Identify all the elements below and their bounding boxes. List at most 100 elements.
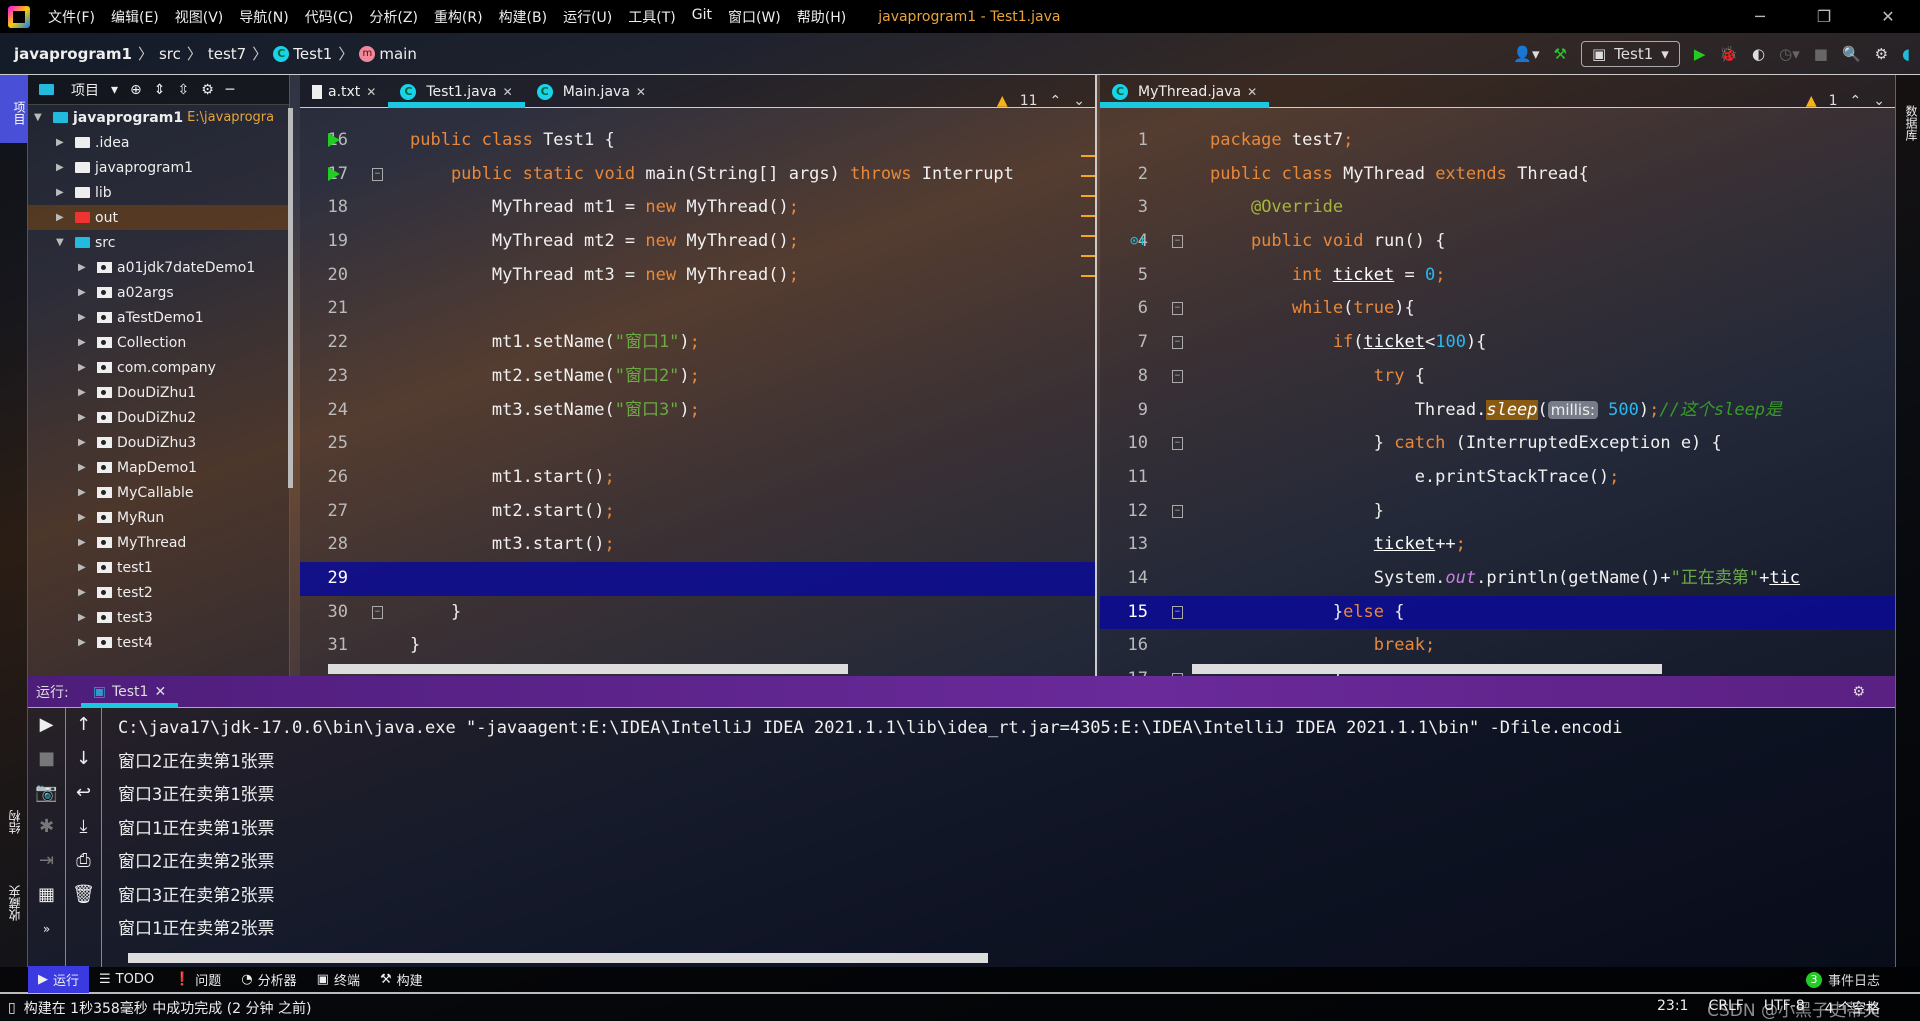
rerun-icon[interactable]: ▶ xyxy=(28,708,65,742)
gutter[interactable]: ⊙↑ − xyxy=(1130,225,1198,259)
gear-icon[interactable]: ⚙ xyxy=(1852,684,1865,700)
database-tab[interactable]: 数据库 xyxy=(1904,105,1918,141)
menu-item[interactable]: 编辑(E) xyxy=(103,7,167,27)
gutter[interactable]: − xyxy=(1160,326,1198,360)
layout-icon[interactable]: ▦ xyxy=(28,878,65,912)
code-line[interactable]: 21 xyxy=(300,292,1095,326)
gutter[interactable]: − xyxy=(1160,360,1198,394)
line-number[interactable]: 7 xyxy=(1100,326,1160,360)
code-line[interactable]: 20 MyThread mt3 = new MyThread(); xyxy=(300,259,1095,293)
more-icon[interactable]: » xyxy=(28,912,65,946)
gutter[interactable] xyxy=(360,259,398,293)
minimize-button[interactable]: ─ xyxy=(1728,7,1792,26)
inspection-widget[interactable]: ▲ 11 ⌃ ⌄ xyxy=(997,93,1085,109)
tree-item[interactable]: ▶ a01jdk7dateDemo1 xyxy=(28,255,289,280)
line-number[interactable]: 10 xyxy=(1100,427,1160,461)
scroll-to-end-icon[interactable]: ⤓ xyxy=(66,810,101,844)
profile-icon[interactable]: ◷▾ xyxy=(1779,45,1800,63)
code-line[interactable]: 11 e.printStackTrace(); xyxy=(1100,461,1895,495)
up-arrow-icon[interactable]: ↑ xyxy=(66,708,101,742)
trash-icon[interactable]: 🗑 xyxy=(66,878,101,912)
code-line[interactable]: 9 Thread.sleep(millis: 500);//这个sleep是 xyxy=(1100,394,1895,428)
gutter[interactable] xyxy=(360,528,398,562)
expand-arrow-icon[interactable]: ▶ xyxy=(56,212,70,223)
menu-item[interactable]: 代码(C) xyxy=(297,7,362,27)
gutter[interactable] xyxy=(1160,394,1198,428)
tree-item[interactable]: ▶ DouDiZhu3 xyxy=(28,430,289,455)
debug-settings-icon[interactable]: ✱ xyxy=(28,810,65,844)
line-number[interactable]: 23 xyxy=(300,360,360,394)
event-log-button[interactable]: 3 事件日志 xyxy=(1805,970,1880,989)
code-line[interactable]: 17− public static void main(String[] arg… xyxy=(300,158,1095,192)
line-number[interactable]: 22 xyxy=(300,326,360,360)
gutter[interactable]: − xyxy=(1160,292,1198,326)
gutter[interactable] xyxy=(328,124,398,158)
tree-item[interactable]: ▶ DouDiZhu2 xyxy=(28,405,289,430)
code-line[interactable]: 13 ticket++; xyxy=(1100,528,1895,562)
tree-item[interactable]: ▼ src xyxy=(28,230,289,255)
gutter[interactable] xyxy=(1160,629,1198,663)
expand-arrow-icon[interactable]: ▶ xyxy=(78,262,92,273)
line-number[interactable]: 31 xyxy=(300,629,360,663)
expand-all-icon[interactable]: ⇕ xyxy=(154,82,166,98)
tree-item[interactable]: ▶ MapDemo1 xyxy=(28,455,289,480)
code-line[interactable]: 7− if(ticket<100){ xyxy=(1100,326,1895,360)
code-line[interactable]: 2 public class MyThread extends Thread{ xyxy=(1100,158,1895,192)
gutter[interactable]: − xyxy=(1160,495,1198,529)
fold-icon[interactable]: − xyxy=(1172,369,1183,383)
editor-tab[interactable]: C MyThread.java ✕ xyxy=(1100,84,1270,108)
code-line[interactable]: 8− try { xyxy=(1100,360,1895,394)
line-number[interactable]: 8 xyxy=(1100,360,1160,394)
gutter[interactable]: − xyxy=(360,596,398,630)
tree-item[interactable]: ▶ test4 xyxy=(28,630,289,655)
inspection-widget[interactable]: ▲ 1 ⌃ ⌄ xyxy=(1806,93,1885,109)
tree-item[interactable]: ▶ com.company xyxy=(28,355,289,380)
line-number[interactable]: 11 xyxy=(1100,461,1160,495)
project-scrollbar[interactable] xyxy=(288,108,293,488)
line-number[interactable]: 6 xyxy=(1100,292,1160,326)
breadcrumb-src[interactable]: src xyxy=(159,45,181,63)
status-panel-icon[interactable]: ▯ xyxy=(8,1000,16,1016)
down-arrow-icon[interactable]: ↓ xyxy=(66,742,101,776)
run-gutter-icon[interactable] xyxy=(328,133,340,147)
menu-item[interactable]: 运行(U) xyxy=(555,7,620,27)
code-line[interactable]: 22 mt1.setName("窗口1"); xyxy=(300,326,1095,360)
menu-item[interactable]: 构建(B) xyxy=(491,7,556,27)
menu-item[interactable]: 重构(R) xyxy=(426,7,491,27)
code-line[interactable]: 23 mt2.setName("窗口2"); xyxy=(300,360,1095,394)
gutter[interactable] xyxy=(360,427,398,461)
project-view-select[interactable]: 项目 xyxy=(71,80,99,100)
code-line[interactable]: 25 xyxy=(300,427,1095,461)
expand-arrow-icon[interactable]: ▶ xyxy=(78,362,92,373)
gutter[interactable]: − xyxy=(328,158,398,192)
line-number[interactable]: 24 xyxy=(300,394,360,428)
close-window-button[interactable]: ✕ xyxy=(1856,7,1920,26)
coverage-icon[interactable]: ◐ xyxy=(1752,45,1765,63)
expand-arrow-icon[interactable]: ▶ xyxy=(78,487,92,498)
close-tab-icon[interactable]: ✕ xyxy=(1247,85,1257,99)
expand-arrow-icon[interactable]: ▶ xyxy=(78,562,92,573)
tree-item[interactable]: ▶ aTestDemo1 xyxy=(28,305,289,330)
tool-window-profiler[interactable]: ◔ 分析器 xyxy=(231,966,306,993)
tree-item[interactable]: ▶ MyThread xyxy=(28,530,289,555)
user-icon[interactable]: 👤▾ xyxy=(1513,45,1539,63)
code-line[interactable]: 24 mt3.setName("窗口3"); xyxy=(300,394,1095,428)
gear-icon[interactable]: ⚙ xyxy=(1875,45,1888,63)
code-line[interactable]: 30− } xyxy=(300,596,1095,630)
tree-item[interactable]: ▶ out xyxy=(28,205,289,230)
favorites-tab[interactable]: 收藏夹 xyxy=(6,885,23,921)
line-number[interactable]: 13 xyxy=(1100,528,1160,562)
plugin-logo-icon[interactable]: ◖ xyxy=(1902,45,1910,63)
code-line[interactable]: 3 @Override xyxy=(1100,191,1895,225)
expand-arrow-icon[interactable]: ▶ xyxy=(78,587,92,598)
close-tab-icon[interactable]: ✕ xyxy=(154,684,166,700)
code-line[interactable]: 12− } xyxy=(1100,495,1895,529)
gutter[interactable] xyxy=(1160,461,1198,495)
tree-item[interactable]: ▶ Collection xyxy=(28,330,289,355)
line-number[interactable]: 19 xyxy=(300,225,360,259)
code-line[interactable]: 18 MyThread mt1 = new MyThread(); xyxy=(300,191,1095,225)
gutter[interactable] xyxy=(1160,528,1198,562)
fold-icon[interactable]: − xyxy=(1172,336,1183,350)
line-number[interactable]: 16 xyxy=(1100,629,1160,663)
line-number[interactable]: 25 xyxy=(300,427,360,461)
